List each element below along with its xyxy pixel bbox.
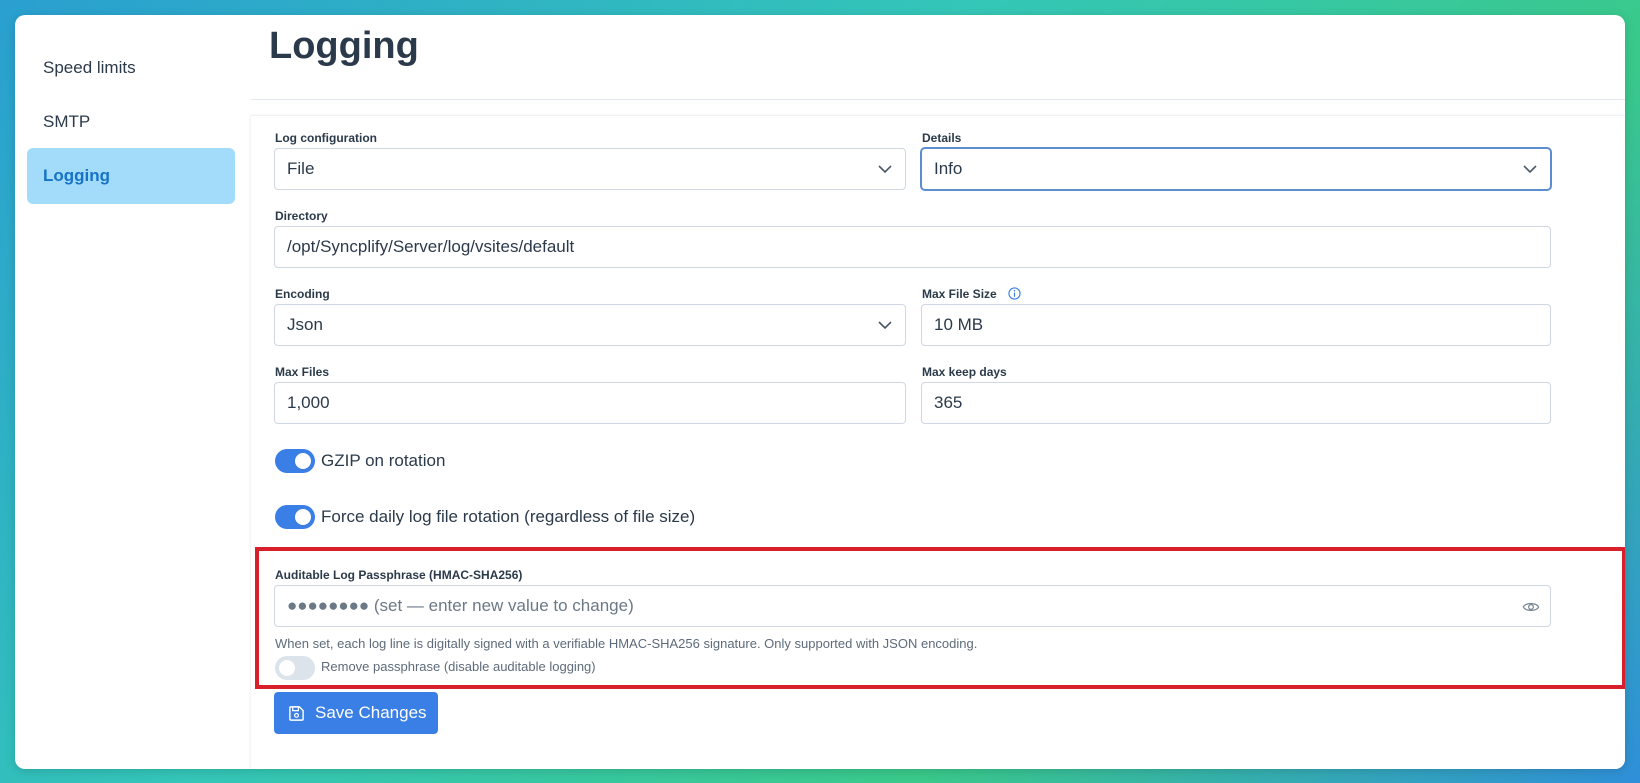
toggle-knob [295,509,311,525]
passphrase-placeholder: ●●●●●●●● (set — enter new value to chang… [287,596,634,615]
sidebar-item-speed-limits[interactable]: Speed limits [27,40,235,96]
save-changes-label: Save Changes [315,703,427,722]
max-files-label: Max Files [275,365,330,379]
remove-passphrase-label: Remove passphrase (disable auditable log… [321,659,596,674]
chevron-down-icon [1523,165,1537,174]
gzip-toggle-label: GZIP on rotation [321,451,446,470]
save-icon [289,705,304,721]
encoding-select[interactable]: Json [274,304,906,346]
log-configuration-value: File [287,159,315,178]
log-configuration-select[interactable]: File [274,148,906,190]
toggle-knob [295,453,311,469]
passphrase-label: Auditable Log Passphrase (HMAC-SHA256) [275,568,523,582]
app-window: Speed limits SMTP Logging Logging Log co… [15,15,1625,769]
save-changes-button[interactable]: Save Changes [274,692,438,734]
max-files-input[interactable]: 1,000 [274,382,906,424]
passphrase-input[interactable]: ●●●●●●●● (set — enter new value to chang… [274,585,1551,627]
max-files-value: 1,000 [287,393,330,412]
info-icon[interactable] [1008,287,1021,300]
sidebar-item-logging[interactable]: Logging [27,148,235,204]
details-select[interactable]: Info [921,148,1551,190]
encoding-label: Encoding [275,287,330,301]
max-file-size-label-text: Max File Size [922,287,997,301]
max-keep-days-input[interactable]: 365 [921,382,1551,424]
eye-icon[interactable] [1522,598,1540,616]
details-value: Info [934,159,963,178]
force-daily-rotation-toggle[interactable] [275,505,315,529]
max-keep-days-label: Max keep days [922,365,1007,379]
max-keep-days-value: 365 [934,393,963,412]
sidebar-item-smtp[interactable]: SMTP [27,94,235,150]
remove-passphrase-toggle[interactable] [275,656,315,680]
max-file-size-value: 10 MB [934,315,984,334]
force-daily-rotation-label: Force daily log file rotation (regardles… [321,507,696,526]
title-divider [251,99,1625,100]
gzip-toggle[interactable] [275,449,315,473]
directory-input[interactable]: /opt/Syncplify/Server/log/vsites/default [274,226,1551,268]
max-file-size-input[interactable]: 10 MB [921,304,1551,346]
passphrase-hint: When set, each log line is digitally sig… [275,636,978,651]
page-title: Logging [269,25,419,67]
max-file-size-label: Max File Size [922,287,1021,301]
sidebar-item-label: Speed limits [43,58,136,77]
encoding-value: Json [287,315,323,334]
sidebar-item-label: SMTP [43,112,91,131]
sidebar-item-label: Logging [43,166,111,185]
chevron-down-icon [878,165,892,174]
details-label: Details [922,131,962,145]
directory-label: Directory [275,209,328,223]
chevron-down-icon [878,321,892,330]
sidebar: Speed limits SMTP Logging [15,15,251,769]
main-content: Logging Log configuration File Details I… [251,15,1625,769]
log-configuration-label: Log configuration [275,131,377,145]
toggle-knob [279,660,295,676]
directory-value: /opt/Syncplify/Server/log/vsites/default [287,237,575,256]
